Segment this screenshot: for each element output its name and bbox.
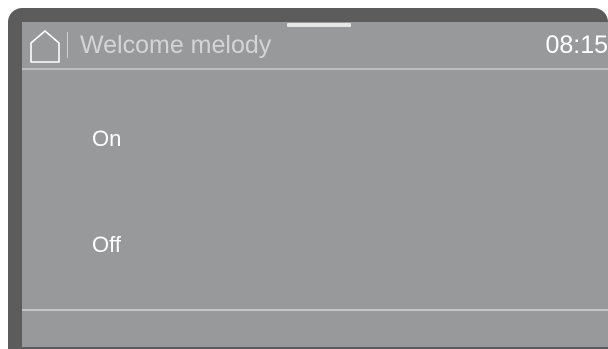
screen-title: Welcome melody [80,31,272,59]
clock: 08:15 [545,31,608,59]
header-divider [67,32,68,58]
header-bar: Welcome melody 08:15 [22,22,608,68]
header-separator [22,68,608,70]
display-screen: Welcome melody 08:15 On Off [22,22,608,347]
device-display-frame: Welcome melody 08:15 On Off [8,8,608,349]
home-icon [28,28,62,64]
home-button[interactable] [28,28,62,64]
footer-separator [22,309,608,311]
option-off[interactable]: Off [92,229,125,261]
option-on[interactable]: On [92,123,125,155]
